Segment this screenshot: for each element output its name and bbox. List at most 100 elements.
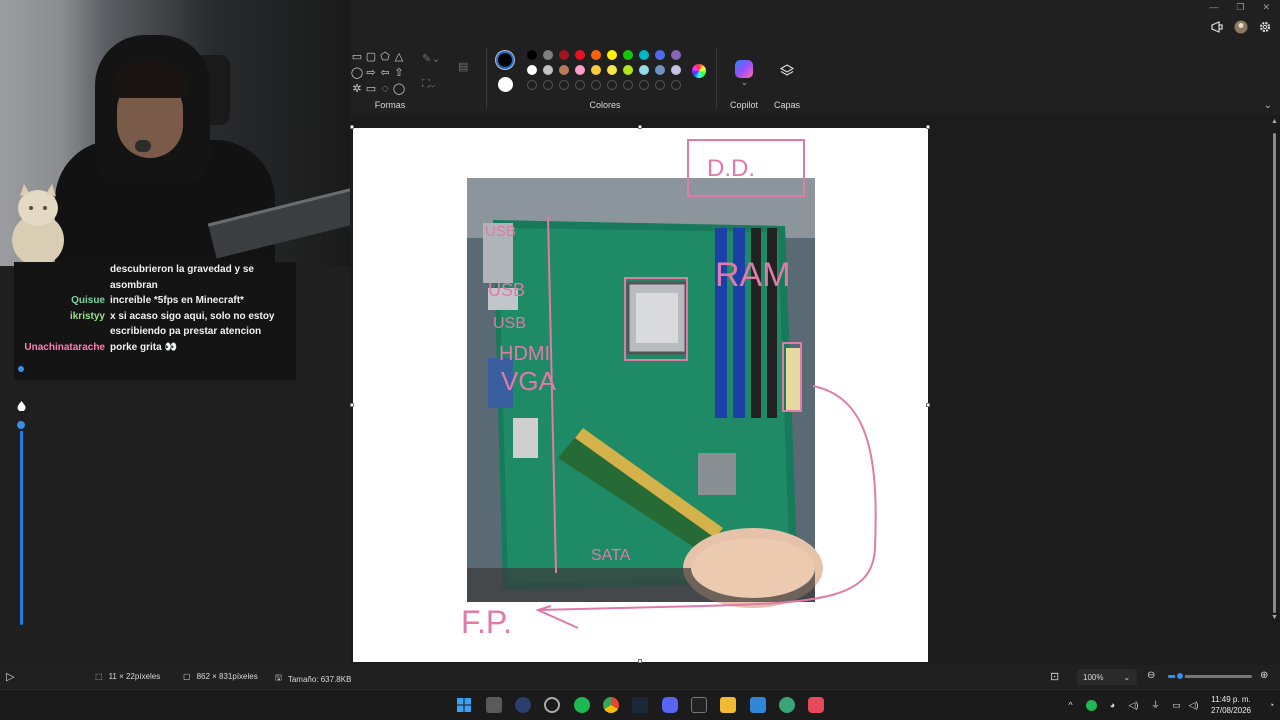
avatar[interactable]: [1234, 20, 1248, 34]
color-swatch[interactable]: [591, 65, 601, 75]
resize-handle[interactable]: [638, 125, 642, 129]
chevron-down-icon[interactable]: ⌄: [1264, 100, 1272, 111]
custom-color-slot[interactable]: [527, 80, 537, 90]
brush-size-slider[interactable]: [20, 425, 23, 625]
app-icon[interactable]: [691, 697, 707, 713]
drawing-canvas[interactable]: D.D. USB USB USB HDMI VGA RAM SATA F.P.: [353, 128, 928, 662]
rectangle-shape-icon[interactable]: ▭: [350, 50, 364, 64]
zoom-slider-thumb[interactable]: [1175, 671, 1185, 681]
resize-handle[interactable]: [638, 659, 642, 663]
windows-start-icon[interactable]: [456, 697, 472, 713]
zoom-select[interactable]: 100% ⌄: [1077, 669, 1137, 685]
color-swatch[interactable]: [575, 50, 585, 60]
app-icon[interactable]: [779, 697, 795, 713]
settings-gear-icon[interactable]: [1258, 20, 1272, 34]
status-bar: ▷ ⬚ 11 × 22píxeles ▢ 862 × 831píxeles 🖫 …: [0, 665, 1280, 689]
outline-pen-icon[interactable]: ✎⌄: [422, 52, 440, 65]
chevron-down-icon[interactable]: ⌄: [741, 78, 748, 87]
rounded-rectangle-shape-icon[interactable]: ▢: [364, 50, 378, 64]
maximize-icon[interactable]: ❐: [1236, 2, 1244, 13]
color-swatch[interactable]: [655, 50, 665, 60]
scroll-down-icon[interactable]: ▼: [1271, 614, 1278, 621]
color-swatch[interactable]: [559, 50, 569, 60]
fit-to-window-icon[interactable]: ⊡: [1050, 670, 1059, 683]
left-arrow-shape-icon[interactable]: ⇦: [378, 66, 392, 80]
tiktok-icon[interactable]: [808, 697, 824, 713]
app-icon[interactable]: [515, 697, 531, 713]
clock[interactable]: 11:49 p. m. 27/08/2026: [1200, 694, 1262, 716]
color-swatch[interactable]: [575, 65, 585, 75]
color-swatch[interactable]: [591, 50, 601, 60]
ellipse-shape-icon[interactable]: ◯: [350, 66, 364, 80]
color-swatch[interactable]: [559, 65, 569, 75]
cloud-callout-shape-icon[interactable]: ◯: [392, 82, 406, 96]
secondary-color-swatch[interactable]: [498, 77, 513, 92]
resize-handle[interactable]: [926, 403, 930, 407]
custom-color-slot[interactable]: [559, 80, 569, 90]
oval-callout-shape-icon[interactable]: ◌: [378, 82, 392, 96]
resize-handle[interactable]: [350, 403, 354, 407]
custom-color-slot[interactable]: [639, 80, 649, 90]
copilot-icon[interactable]: [735, 60, 753, 78]
custom-color-slot[interactable]: [575, 80, 585, 90]
resize-handle[interactable]: [350, 125, 354, 129]
star-shape-icon[interactable]: ✲: [350, 82, 364, 96]
speech-bubble-shape-icon[interactable]: ▭: [364, 82, 378, 96]
zoom-out-icon[interactable]: ⊖: [1147, 670, 1155, 681]
task-view-icon[interactable]: [486, 697, 502, 713]
file-explorer-icon[interactable]: [720, 697, 736, 713]
discord-icon[interactable]: [662, 697, 678, 713]
polygon-shape-icon[interactable]: ⬠: [378, 50, 392, 64]
color-swatch[interactable]: [527, 50, 537, 60]
spotify-tray-icon[interactable]: [1086, 700, 1097, 711]
chat-message: ikristyy x si acaso sigo aqui, solo no e…: [14, 309, 296, 340]
color-swatch[interactable]: [527, 65, 537, 75]
color-swatch[interactable]: [623, 65, 633, 75]
color-swatch[interactable]: [671, 50, 681, 60]
vertical-scrollbar[interactable]: [1273, 133, 1276, 613]
volume-icon[interactable]: ◁): [1128, 700, 1139, 711]
chevron-up-icon[interactable]: ^: [1065, 700, 1076, 711]
color-swatch[interactable]: [655, 65, 665, 75]
color-swatch[interactable]: [543, 65, 553, 75]
custom-color-slot[interactable]: [671, 80, 681, 90]
notification-bell-icon[interactable]: ◔: [1266, 700, 1277, 711]
custom-color-slot[interactable]: [591, 80, 601, 90]
app-icon[interactable]: [544, 697, 560, 713]
color-swatch[interactable]: [543, 50, 553, 60]
fill-bucket-icon[interactable]: ⛶⌄: [422, 78, 436, 91]
custom-color-slot[interactable]: [607, 80, 617, 90]
network-icon[interactable]: ▭: [1171, 700, 1182, 711]
color-swatch[interactable]: [623, 50, 633, 60]
custom-color-slot[interactable]: [543, 80, 553, 90]
primary-color-swatch[interactable]: [496, 51, 514, 69]
discord-tray-icon[interactable]: ◕: [1107, 700, 1118, 711]
up-arrow-shape-icon[interactable]: ⇧: [392, 66, 406, 80]
scroll-up-icon[interactable]: ▲: [1271, 118, 1278, 125]
text-box-icon[interactable]: ▤: [458, 60, 468, 73]
chrome-icon[interactable]: [603, 697, 619, 713]
triangle-shape-icon[interactable]: △: [392, 50, 406, 64]
microphone-icon[interactable]: ⏚: [1150, 700, 1161, 711]
edit-colors-icon[interactable]: [692, 64, 706, 78]
megaphone-icon[interactable]: [1210, 20, 1224, 34]
layers-icon[interactable]: [779, 63, 795, 79]
resize-handle[interactable]: [926, 125, 930, 129]
steam-icon[interactable]: [632, 697, 648, 713]
color-swatch[interactable]: [671, 65, 681, 75]
zoom-in-icon[interactable]: ⊕: [1260, 670, 1268, 681]
color-swatch[interactable]: [639, 50, 649, 60]
custom-color-slot[interactable]: [623, 80, 633, 90]
spotify-icon[interactable]: [574, 697, 590, 713]
speaker-icon[interactable]: ◁): [1188, 700, 1199, 711]
color-swatch[interactable]: [607, 65, 617, 75]
color-swatch[interactable]: [607, 50, 617, 60]
close-icon[interactable]: ✕: [1262, 2, 1270, 13]
paint-icon[interactable]: [750, 697, 766, 713]
right-arrow-shape-icon[interactable]: ⇨: [364, 66, 378, 80]
custom-color-slot[interactable]: [655, 80, 665, 90]
minimize-icon[interactable]: —: [1209, 2, 1218, 13]
color-swatch[interactable]: [639, 65, 649, 75]
brush-size-slider-thumb[interactable]: [15, 419, 27, 431]
shapes-group-label: Formas: [374, 100, 406, 110]
